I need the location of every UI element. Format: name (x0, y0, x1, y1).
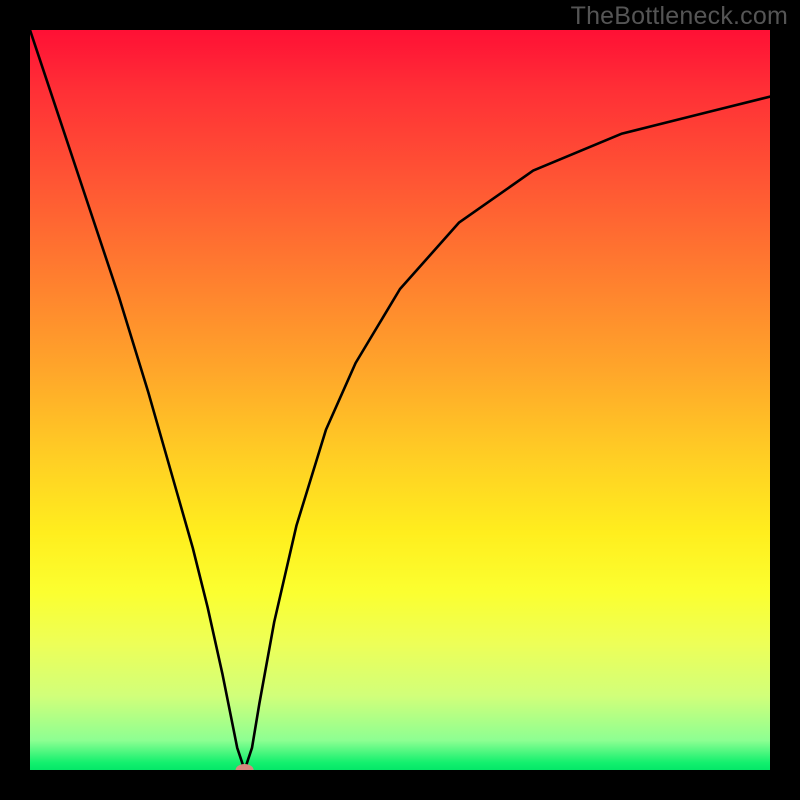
chart-frame: TheBottleneck.com (0, 0, 800, 800)
bottleneck-curve (30, 30, 770, 770)
curve-svg (30, 30, 770, 770)
watermark-text: TheBottleneck.com (571, 2, 788, 31)
optimum-marker (236, 764, 254, 770)
plot-area (30, 30, 770, 770)
